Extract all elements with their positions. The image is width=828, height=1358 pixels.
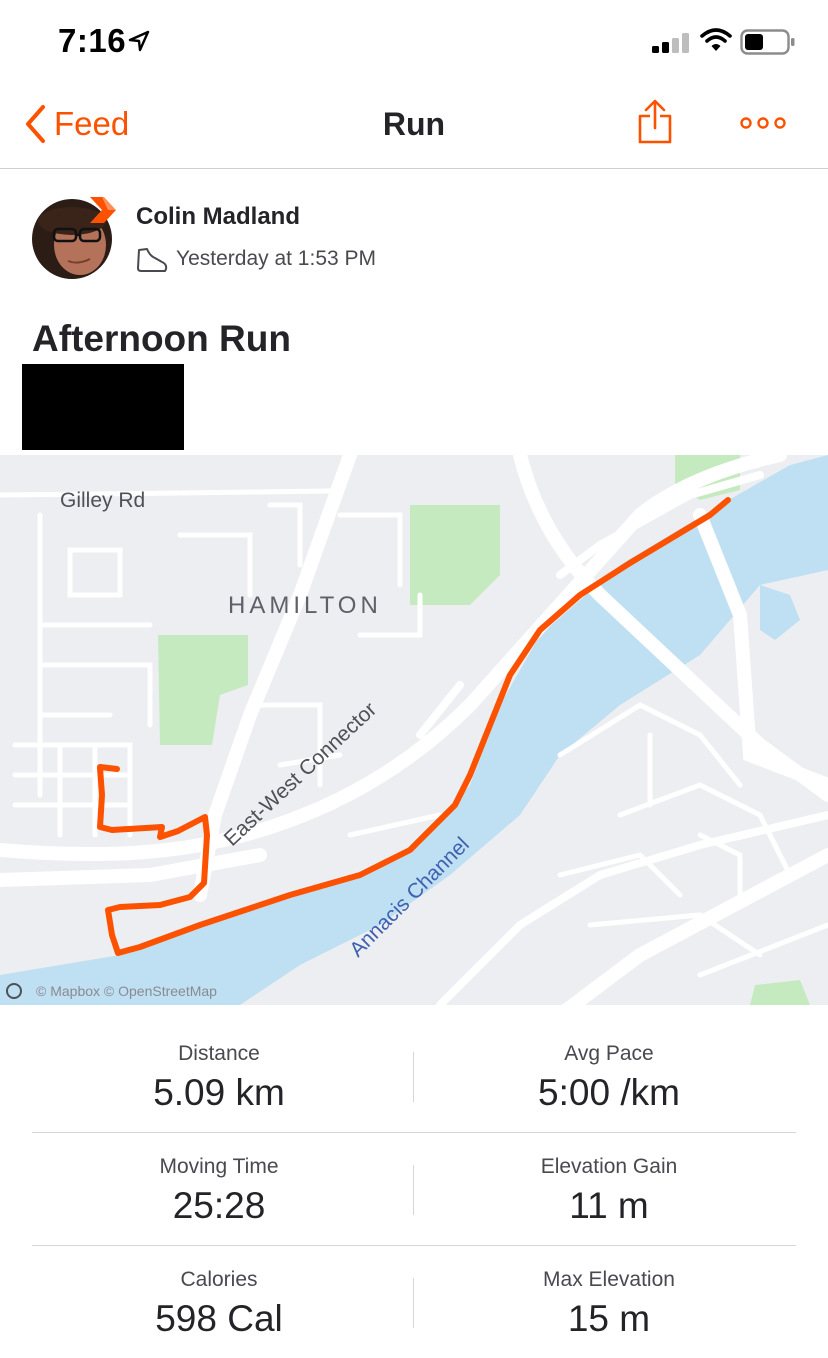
map-attribution: © Mapbox © OpenStreetMap (36, 983, 217, 999)
stat-value-max-elevation: 15 m (567, 1298, 651, 1339)
wifi-icon (700, 28, 732, 51)
stat-label-distance: Distance (178, 1042, 260, 1065)
status-time: 7:16 (58, 22, 127, 59)
location-arrow-icon (128, 30, 150, 52)
stat-label-moving-time: Moving Time (159, 1155, 279, 1178)
map-label-gilley-rd: Gilley Rd (60, 489, 145, 512)
activity-date: Yesterday at 1:53 PM (176, 247, 377, 270)
route-map[interactable]: Gilley Rd HAMILTON East-West Connector A… (0, 455, 828, 1005)
map-label-hamilton: HAMILTON (228, 592, 382, 619)
stat-label-avg-pace: Avg Pace (564, 1042, 654, 1065)
stat-label-calories: Calories (180, 1268, 258, 1291)
stat-value-elevation-gain: 11 m (569, 1185, 649, 1226)
redacted-block (22, 364, 184, 450)
run-shoe-icon (137, 248, 168, 272)
more-options-icon[interactable] (740, 116, 786, 130)
cellular-signal-icon (652, 33, 689, 53)
page-title: Run (382, 106, 446, 142)
activity-title: Afternoon Run (32, 318, 291, 359)
stat-value-calories: 598 Cal (155, 1298, 283, 1339)
athlete-name[interactable]: Colin Madland (136, 203, 300, 231)
row-divider (32, 1245, 796, 1246)
subscriber-badge-icon (90, 197, 116, 223)
stat-value-distance: 5.09 km (153, 1072, 285, 1113)
share-icon[interactable] (638, 98, 672, 144)
battery-icon (740, 29, 795, 55)
stat-value-moving-time: 25:28 (172, 1185, 266, 1226)
stat-label-elevation-gain: Elevation Gain (540, 1155, 678, 1178)
row-divider (32, 1132, 796, 1133)
stat-label-max-elevation: Max Elevation (543, 1268, 675, 1291)
stat-value-avg-pace: 5:00 /km (538, 1072, 680, 1113)
